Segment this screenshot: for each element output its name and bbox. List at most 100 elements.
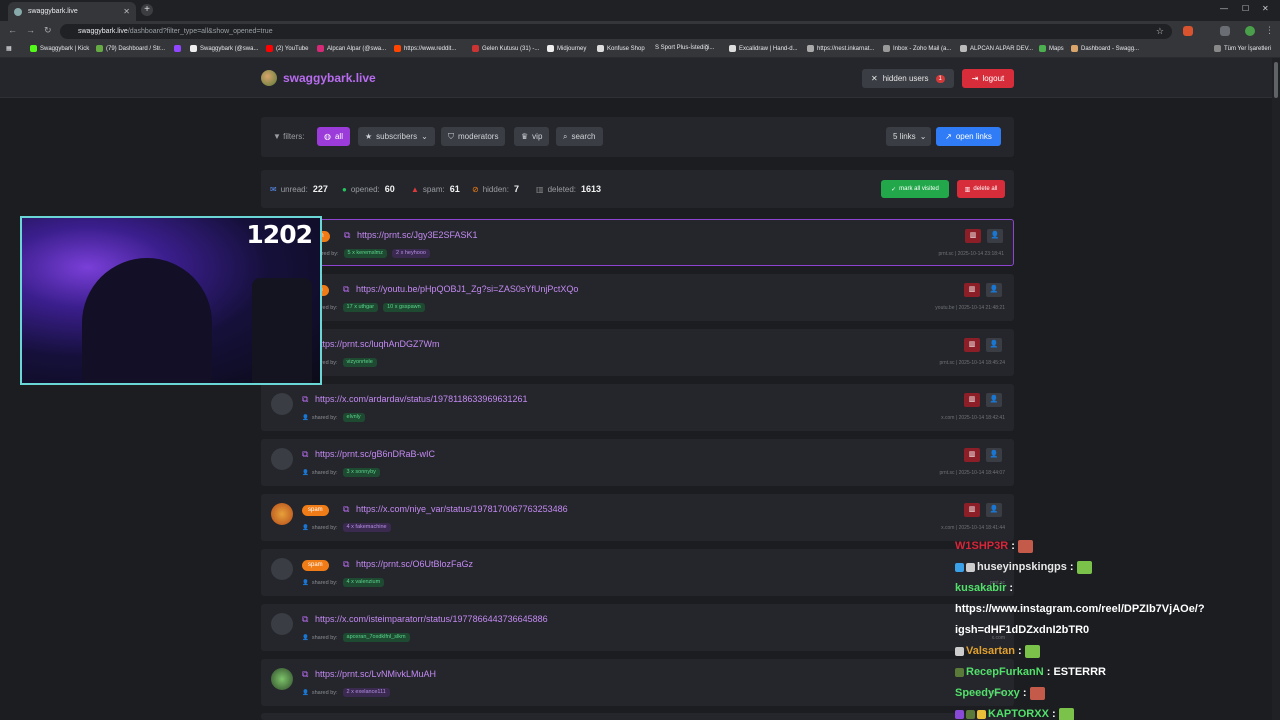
address-bar[interactable]: swaggybark.live/dashboard?filter_type=al… xyxy=(60,24,1172,39)
bookmark[interactable]: ALPCAN ALPAR DEV... xyxy=(960,45,1033,52)
filter-vip[interactable]: ♛ vip xyxy=(514,127,550,146)
link-row[interactable]: spam ⧉ https://prnt.sc/Jgy3E2SFASK1 👤sha… xyxy=(261,219,1014,266)
reload-icon[interactable]: ↻ xyxy=(44,25,52,36)
bookmark[interactable]: (79) Dashboard / Str... xyxy=(96,45,165,52)
apps-grid-icon[interactable]: ▦ xyxy=(6,45,12,52)
bookmark[interactable]: (2) YouTube xyxy=(266,45,308,52)
filter-moderators[interactable]: ⛉ moderators xyxy=(441,127,506,146)
hide-user-button[interactable]: 👤 xyxy=(987,229,1003,243)
maximize-icon[interactable]: ☐ xyxy=(1242,4,1249,13)
mark-all-visited-button[interactable]: ✓ mark all visited xyxy=(881,180,949,198)
link-url[interactable]: https://prnt.sc/LvNMivkLMuAH xyxy=(315,669,436,679)
chat-user: KAPTORXX xyxy=(988,708,1049,720)
new-tab-button[interactable]: + xyxy=(141,4,153,16)
profile-avatar[interactable] xyxy=(1245,26,1255,36)
hide-user-button[interactable]: 👤 xyxy=(986,503,1002,517)
sharer-tag: 4 x valenzium xyxy=(342,578,385,587)
menu-kebab-icon[interactable]: ⋮ xyxy=(1265,25,1274,36)
bookmark[interactable] xyxy=(174,45,184,52)
sharer-tag: 3 x sonnyby xyxy=(342,468,380,477)
delete-all-button[interactable]: ▥ delete all xyxy=(957,180,1005,198)
browser-tab[interactable]: swaggybark.live ✕ xyxy=(8,2,136,21)
bookmark-star-icon[interactable]: ☆ xyxy=(1156,24,1164,39)
link-row[interactable]: ⧉ https://prnt.sc/LvNMivkLMuAH 👤 shared b… xyxy=(261,659,1014,706)
bookmark[interactable]: Maps xyxy=(1039,45,1064,52)
filter-search[interactable]: ⌕ search xyxy=(556,127,603,146)
bookmark[interactable]: https://www.reddit... xyxy=(394,45,456,52)
delete-link-button[interactable]: ▥ xyxy=(964,448,980,462)
bookmark[interactable]: Inbox - Zoho Mail (a... xyxy=(883,45,951,52)
bookmark[interactable]: Midjourney xyxy=(547,45,586,52)
link-url[interactable]: https://youtu.be/pHpQOBJ1_Zg?si=ZAS0sYfU… xyxy=(356,284,578,294)
bookmark[interactable]: S Sport Plus-İstediği... xyxy=(655,45,714,51)
link-url[interactable]: https://prnt.sc/Jgy3E2SFASK1 xyxy=(357,230,478,240)
close-tab-icon[interactable]: ✕ xyxy=(123,7,130,16)
close-window-icon[interactable]: ✕ xyxy=(1262,4,1269,13)
brand-title[interactable]: swaggybark.live xyxy=(283,71,376,85)
bookmark[interactable]: Alpcan Alpar (@swa... xyxy=(317,45,386,52)
link-url[interactable]: https://prnt.sc/O6UtBlozFaGz xyxy=(356,559,473,569)
external-link-icon[interactable]: ⧉ xyxy=(343,559,349,570)
link-url[interactable]: https://prnt.sc/luqhAnDGZ7Wm xyxy=(315,339,440,349)
delete-link-button[interactable]: ▥ xyxy=(965,229,981,243)
external-link-icon[interactable]: ⧉ xyxy=(344,230,350,241)
external-link-icon[interactable]: ⧉ xyxy=(302,394,308,405)
bookmark[interactable]: Excalidraw | Hand-d... xyxy=(729,45,798,52)
extensions-puzzle-icon[interactable] xyxy=(1220,26,1230,36)
delete-link-button[interactable]: ▥ xyxy=(964,393,980,407)
delete-link-button[interactable]: ▥ xyxy=(964,283,980,297)
link-url[interactable]: https://prnt.sc/gB6nDRaB-wIC xyxy=(315,449,435,459)
hidden-users-button[interactable]: ✕ hidden users 1 xyxy=(862,69,954,88)
delete-link-button[interactable]: ▥ xyxy=(964,338,980,352)
hide-user-button[interactable]: 👤 xyxy=(986,393,1002,407)
link-row[interactable]: spam ⧉ https://youtu.be/pHpQOBJ1_Zg?si=Z… xyxy=(261,274,1014,321)
link-row[interactable]: spam ⧉ https://prnt.sc/O6UtBlozFaGz 👤 sha… xyxy=(261,549,1014,596)
link-row[interactable]: ⧉ https://prnt.sc/luqhAnDGZ7Wm 👤shared b… xyxy=(261,329,1014,376)
bookmark-label: Midjourney xyxy=(557,45,587,52)
external-link-icon[interactable]: ⧉ xyxy=(302,669,308,680)
delete-link-button[interactable]: ▥ xyxy=(964,503,980,517)
external-link-icon[interactable]: ⧉ xyxy=(343,504,349,515)
shared-by: 👤 shared by: 2 x exelance111 xyxy=(302,688,390,697)
external-link-icon[interactable]: ⧉ xyxy=(302,449,308,460)
bookmark[interactable]: Dashboard - Swagg... xyxy=(1071,45,1139,52)
link-row[interactable]: spam ⧉ https://x.com/niye_var/status/197… xyxy=(261,494,1014,541)
link-url[interactable]: https://x.com/niye_var/status/1978170067… xyxy=(356,504,568,514)
link-row[interactable]: ⧉ https://x.com/ardardav/status/19781186… xyxy=(261,384,1014,431)
minimize-icon[interactable]: — xyxy=(1220,4,1228,13)
bookmark[interactable]: Gelen Kutusu (31) -... xyxy=(472,45,539,52)
check-icon: ✓ xyxy=(891,186,897,193)
sharer-tag: 5 x keremslmz xyxy=(343,249,387,258)
link-url[interactable]: https://x.com/ardardav/status/1978118633… xyxy=(315,394,527,404)
link-row[interactable] xyxy=(261,713,1014,720)
back-icon[interactable]: ← xyxy=(8,25,17,35)
zoho-icon xyxy=(883,45,890,52)
hide-user-button[interactable]: 👤 xyxy=(986,448,1002,462)
filter-subscribers[interactable]: ★ subscribers ⌄ xyxy=(358,127,435,146)
open-links-button[interactable]: ↗ open links xyxy=(936,127,1001,146)
forward-icon[interactable]: → xyxy=(26,25,35,35)
link-url[interactable]: https://x.com/isteimparatorr/status/1977… xyxy=(315,614,548,624)
logout-button[interactable]: ⇥ logout xyxy=(962,69,1014,88)
bookmark[interactable]: Swaggybark (@swa... xyxy=(190,45,258,52)
scrollbar-thumb[interactable] xyxy=(1274,62,1278,98)
all-bookmarks[interactable]: Tüm Yer İşaretleri xyxy=(1214,45,1271,52)
links-count-select[interactable]: 5 links ⌄ xyxy=(886,127,931,146)
bookmark[interactable]: Swaggybark | Kick xyxy=(30,45,89,52)
external-link-icon[interactable]: ⧉ xyxy=(302,614,308,625)
external-link-icon[interactable]: ⧉ xyxy=(343,284,349,295)
hide-user-button[interactable]: 👤 xyxy=(986,338,1002,352)
filter-all[interactable]: ◍ all xyxy=(317,127,350,146)
bookmark[interactable]: Konfuse Shop xyxy=(597,45,645,52)
bookmark[interactable]: https://nest.inkarnat... xyxy=(807,45,874,52)
link-row[interactable]: ⧉ https://x.com/isteimparatorr/status/19… xyxy=(261,604,1014,651)
eye-slash-icon: ⊘ xyxy=(472,184,479,194)
link-meta: x.com | 2025-10-14 18:41:44 xyxy=(941,525,1005,531)
chat-sep: : xyxy=(1019,687,1027,699)
streamer-silhouette xyxy=(82,258,212,383)
stat-value: 60 xyxy=(384,184,395,194)
page-scrollbar[interactable] xyxy=(1272,58,1280,720)
link-row[interactable]: ⧉ https://prnt.sc/gB6nDRaB-wIC 👤 shared b… xyxy=(261,439,1014,486)
hide-user-button[interactable]: 👤 xyxy=(986,283,1002,297)
extension-icon[interactable] xyxy=(1183,26,1193,36)
